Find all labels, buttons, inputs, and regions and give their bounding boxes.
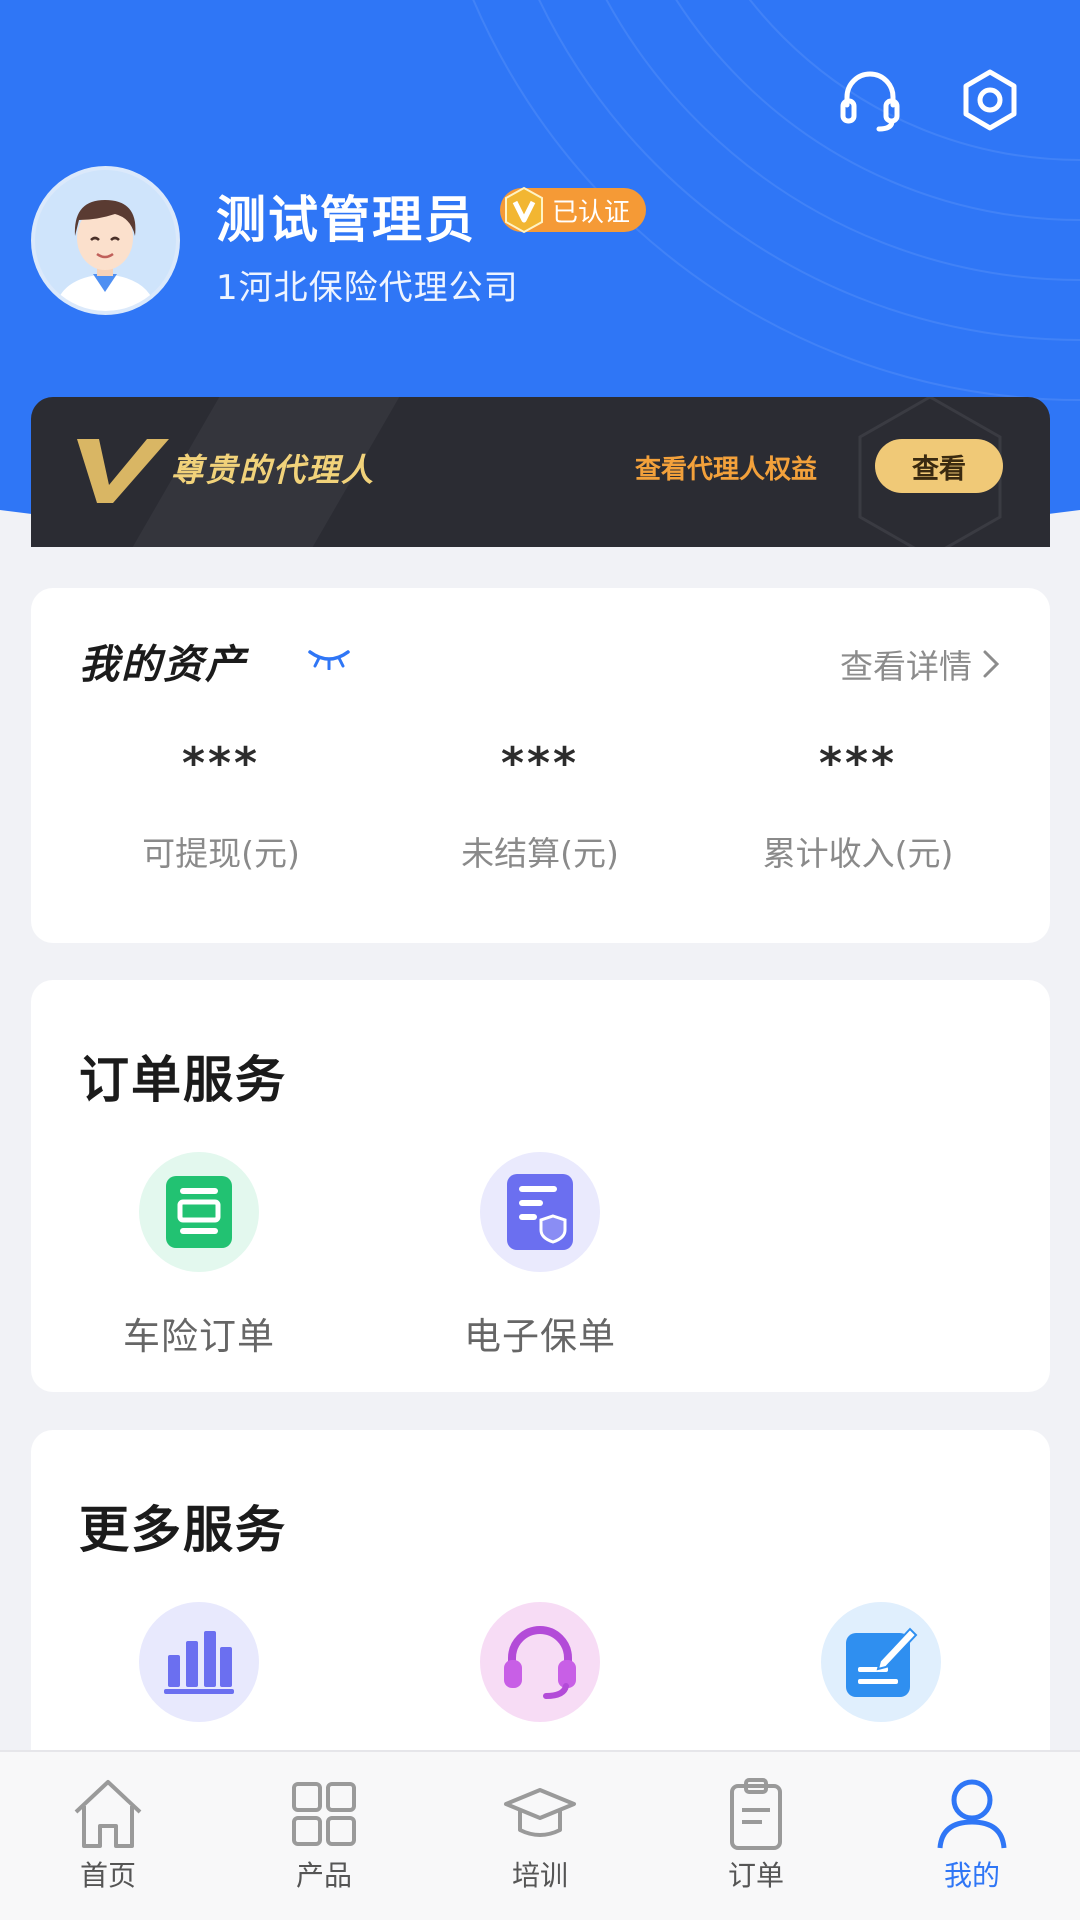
chevron-right-icon	[983, 650, 1000, 678]
avatar[interactable]	[31, 166, 180, 315]
asset-value: ***	[818, 738, 898, 789]
assets-detail-label: 查看详情	[840, 647, 972, 686]
e-policy-icon	[480, 1152, 600, 1272]
customer-service-icon[interactable]	[832, 62, 908, 138]
edit-note-icon	[821, 1602, 941, 1722]
order-services-title: 订单服务	[79, 1051, 287, 1109]
asset-withdrawable[interactable]: *** 可提现(元)	[61, 738, 381, 875]
clipboard-icon	[730, 1778, 782, 1850]
more-services-title: 更多服务	[79, 1501, 287, 1559]
asset-value: ***	[181, 738, 261, 789]
service-customer-support[interactable]	[420, 1602, 660, 1722]
car-order-icon	[139, 1152, 259, 1272]
settings-gear-icon[interactable]	[952, 62, 1028, 138]
service-edit-note[interactable]	[761, 1602, 1001, 1722]
vip-banner[interactable]: 尊贵的代理人 查看代理人权益 查看	[31, 397, 1050, 547]
tab-label: 产品	[295, 1859, 352, 1892]
verified-v-icon	[505, 186, 543, 234]
eye-closed-icon[interactable]	[307, 646, 351, 670]
tab-label: 培训	[511, 1859, 568, 1892]
service-e-policy[interactable]: 电子保单	[420, 1152, 660, 1360]
vip-title: 尊贵的代理人	[171, 451, 376, 489]
tab-home[interactable]: 首页	[0, 1752, 216, 1920]
vip-benefits-link[interactable]: 查看代理人权益	[635, 449, 817, 486]
user-name: 测试管理员	[216, 191, 476, 249]
graduation-cap-icon	[504, 1788, 576, 1837]
tab-mine[interactable]: 我的	[864, 1752, 1080, 1920]
user-icon	[937, 1779, 1007, 1849]
vip-v-logo-icon	[77, 439, 169, 503]
asset-value: ***	[500, 738, 580, 789]
tab-products[interactable]: 产品	[216, 1752, 432, 1920]
assets-title: 我的资产	[79, 642, 247, 688]
assets-detail-link[interactable]: 查看详情	[840, 640, 1000, 688]
grid-icon	[292, 1782, 356, 1846]
vip-view-button[interactable]: 查看	[875, 439, 1003, 493]
service-car-insurance-order[interactable]: 车险订单	[79, 1152, 319, 1360]
assets-card: 我的资产 查看详情 *** 可提现(元) *** 未结算(元) *** 累计收入…	[31, 588, 1050, 943]
asset-label: 累计收入(元)	[762, 834, 954, 873]
order-services-card: 订单服务 车险订单 电子保单	[31, 980, 1050, 1392]
asset-unsettled[interactable]: *** 未结算(元)	[380, 738, 700, 875]
verified-label: 已认证	[552, 197, 631, 228]
tab-orders[interactable]: 订单	[648, 1752, 864, 1920]
service-label: 电子保单	[464, 1315, 616, 1358]
service-label: 车险订单	[123, 1315, 275, 1358]
asset-label: 可提现(元)	[142, 834, 300, 873]
tab-label: 订单	[727, 1859, 784, 1892]
headset-service-icon	[480, 1602, 600, 1722]
tab-label: 我的	[943, 1859, 1000, 1892]
service-statistics[interactable]	[79, 1602, 319, 1722]
verified-badge: 已认证	[500, 186, 647, 234]
stats-icon	[139, 1602, 259, 1722]
company-name: 1河北保险代理公司	[216, 268, 519, 308]
tab-label: 首页	[79, 1859, 136, 1892]
tab-training[interactable]: 培训	[432, 1752, 648, 1920]
asset-label: 未结算(元)	[461, 834, 619, 873]
bottom-tab-bar: 首页 产品 培训 订单 我的	[0, 1750, 1080, 1920]
asset-total-income[interactable]: *** 累计收入(元)	[698, 738, 1018, 875]
home-icon	[74, 1780, 142, 1848]
